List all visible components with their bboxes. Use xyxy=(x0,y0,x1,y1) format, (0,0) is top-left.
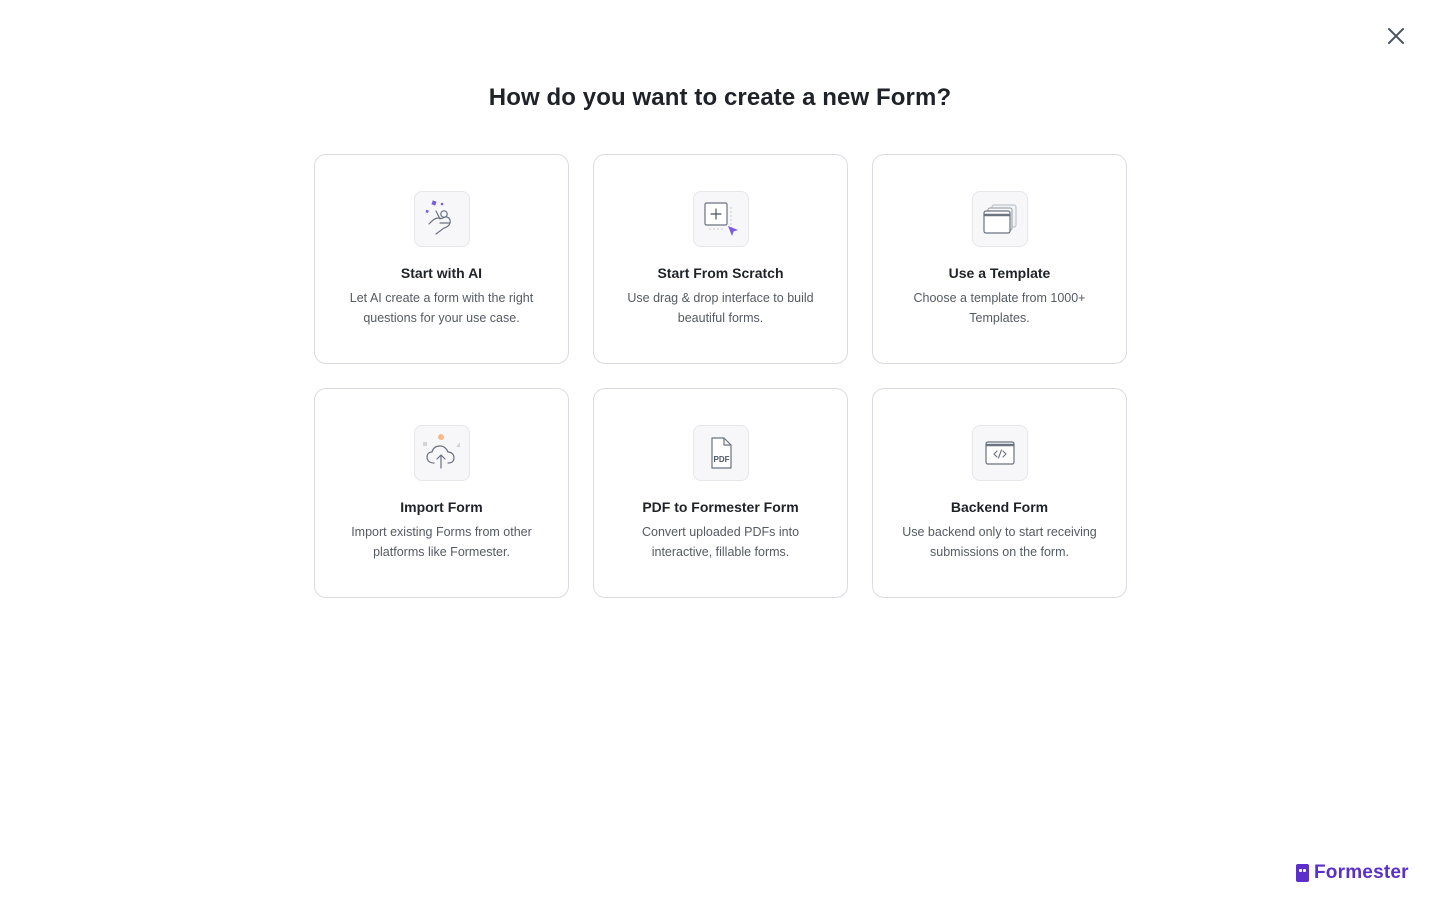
option-icon-box xyxy=(692,191,749,247)
formester-logo-icon xyxy=(1296,864,1309,882)
option-start-with-ai[interactable]: Start with AI Let AI create a form with … xyxy=(314,154,569,364)
option-description: Use backend only to start receiving subm… xyxy=(902,525,1097,559)
option-icon-box xyxy=(413,425,470,481)
option-title: Start with AI xyxy=(400,265,483,281)
option-use-a-template[interactable]: Use a Template Choose a template from 10… xyxy=(872,154,1127,364)
cloud-upload-icon xyxy=(422,434,460,469)
modal-title: How do you want to create a new Form? xyxy=(488,84,952,111)
brand-logo[interactable]: Formester xyxy=(1296,862,1409,884)
brand-name: Formester xyxy=(1314,862,1409,883)
svg-text:PDF: PDF xyxy=(713,455,729,464)
option-description: Let AI create a form with the right ques… xyxy=(349,291,534,325)
option-description: Import existing Forms from other platfor… xyxy=(351,525,532,559)
create-form-modal: How do you want to create a new Form? St… xyxy=(0,0,1440,900)
option-title: Import Form xyxy=(400,499,483,515)
close-icon xyxy=(1388,28,1404,44)
ai-magic-hand-icon xyxy=(425,200,451,235)
option-description: Convert uploaded PDFs into interactive, … xyxy=(641,525,800,559)
option-grid: Start with AI Let AI create a form with … xyxy=(314,154,1127,598)
option-title: PDF to Formester Form xyxy=(642,499,799,515)
template-windows-icon xyxy=(982,204,1017,234)
option-description: Use drag & drop interface to build beaut… xyxy=(627,291,814,325)
option-import-form[interactable]: Import Form Import existing Forms from o… xyxy=(314,388,569,598)
option-icon-box xyxy=(971,425,1028,481)
pdf-file-icon: PDF xyxy=(710,437,732,469)
close-button[interactable] xyxy=(1382,22,1410,50)
option-title: Backend Form xyxy=(950,499,1049,515)
option-icon-box: PDF xyxy=(692,425,749,481)
option-title: Start From Scratch xyxy=(657,265,784,281)
option-icon-box xyxy=(971,191,1028,247)
option-description: Choose a template from 1000+ Templates. xyxy=(913,291,1086,325)
add-cursor-icon xyxy=(703,202,738,236)
option-title: Use a Template xyxy=(948,265,1051,281)
option-backend-form[interactable]: Backend Form Use backend only to start r… xyxy=(872,388,1127,598)
option-start-from-scratch[interactable]: Start From Scratch Use drag & drop inter… xyxy=(593,154,848,364)
code-window-icon xyxy=(984,441,1015,465)
option-icon-box xyxy=(413,191,470,247)
option-pdf-to-formester-form[interactable]: PDF PDF to Formester Form Convert upload… xyxy=(593,388,848,598)
